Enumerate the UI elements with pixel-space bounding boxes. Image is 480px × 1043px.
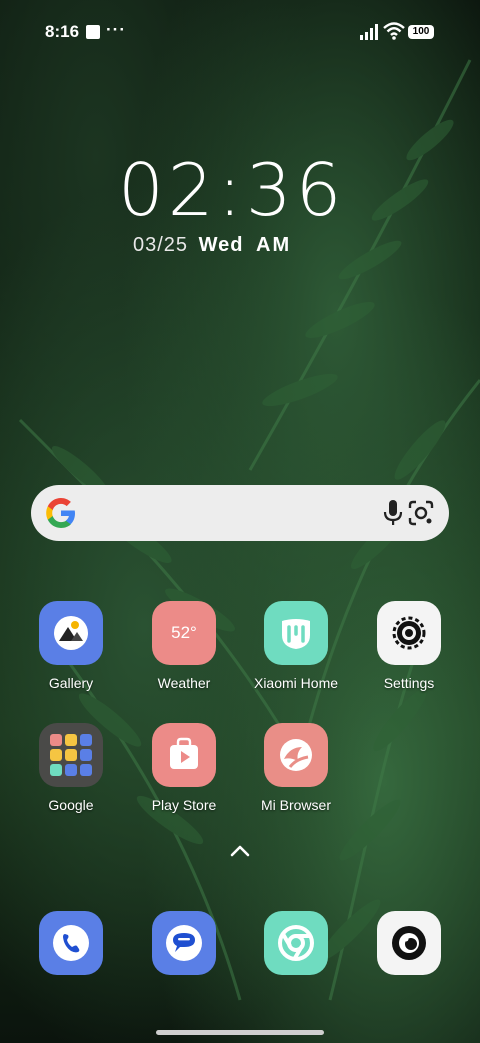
app-gallery[interactable]: Gallery (16, 601, 126, 691)
gallery-icon (39, 601, 103, 665)
app-label: Weather (157, 675, 211, 691)
google-g-icon (46, 498, 75, 528)
status-bar: 8:16 ··· 100 (0, 0, 480, 64)
dock-messages[interactable] (129, 911, 239, 975)
clock-time[interactable]: 02:36 (118, 148, 346, 232)
messages-icon (152, 911, 216, 975)
clock-weekday: Wed (198, 234, 244, 256)
app-weather[interactable]: 52° Weather (129, 601, 239, 691)
play-store-icon (152, 723, 216, 787)
phone-icon (39, 911, 103, 975)
battery-icon: 100 (408, 25, 434, 39)
app-settings[interactable]: Settings (354, 601, 464, 691)
wifi-icon (383, 22, 405, 40)
app-xiaomi-home[interactable]: Xiaomi Home (241, 601, 351, 691)
google-search-bar[interactable] (31, 485, 449, 541)
camera-icon (377, 911, 441, 975)
app-folder-google[interactable]: Google (16, 723, 126, 813)
chevron-up-icon[interactable] (229, 844, 251, 858)
status-time: 8:16 (45, 22, 80, 41)
app-label: Mi Browser (260, 797, 331, 813)
app-label: Xiaomi Home (253, 675, 339, 691)
app-label: Google (48, 797, 94, 813)
notification-square-icon (86, 25, 100, 39)
gear-icon (377, 601, 441, 665)
app-mi-browser[interactable]: Mi Browser (241, 723, 351, 813)
app-label: Play Store (151, 797, 217, 813)
app-label: Gallery (48, 675, 94, 691)
folder-icon (39, 723, 103, 787)
app-play-store[interactable]: Play Store (129, 723, 239, 813)
chrome-icon (264, 911, 328, 975)
mi-browser-icon (264, 723, 328, 787)
dock-phone[interactable] (16, 911, 126, 975)
dock-chrome[interactable] (241, 911, 351, 975)
mic-icon[interactable] (381, 499, 405, 527)
signal-icon (360, 24, 378, 40)
google-lens-icon[interactable] (407, 499, 435, 527)
app-label: Settings (383, 675, 435, 691)
home-gesture-bar[interactable] (156, 1030, 324, 1035)
clock-date-row[interactable]: 03/25 Wed AM (133, 234, 291, 257)
xiaomi-home-icon (264, 601, 328, 665)
clock-date: 03/25 (133, 234, 189, 256)
clock-ampm: AM (256, 234, 292, 256)
more-notifications-icon: ··· (106, 20, 126, 39)
weather-temperature: 52° (171, 623, 197, 642)
weather-icon: 52° (152, 601, 216, 665)
dock-camera[interactable] (354, 911, 464, 975)
